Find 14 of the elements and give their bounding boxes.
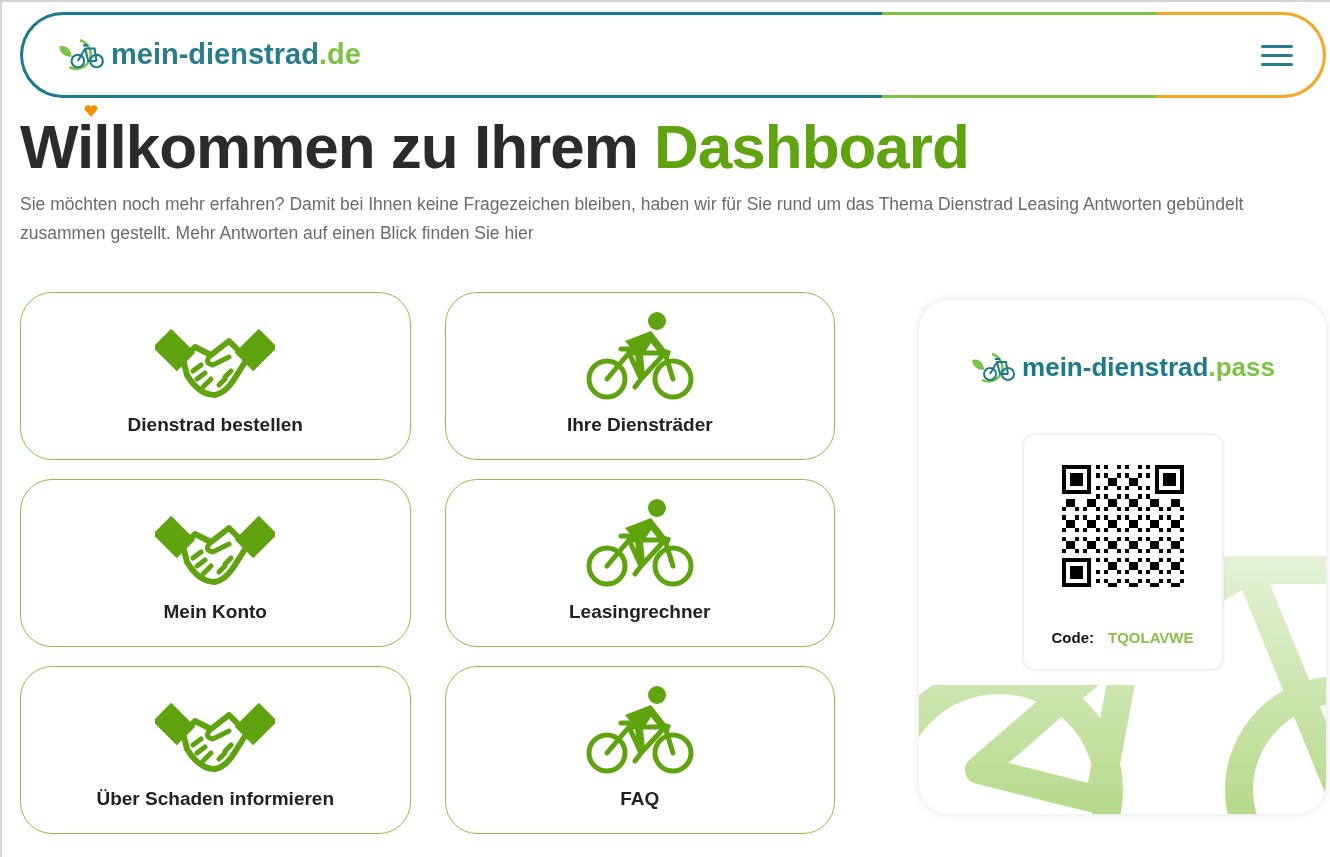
dashboard-tile[interactable]: Mein Konto: [20, 479, 411, 647]
dashboard-tile[interactable]: Über Schaden informieren: [20, 666, 411, 834]
code-label: Code:: [1051, 628, 1094, 648]
pass-logo-text: mein-dienstrad.pass: [1022, 351, 1275, 384]
logo-text: mein-dienstrad.de: [111, 37, 361, 73]
code-value: TQOLAVWE: [1107, 628, 1194, 648]
heart-icon: [84, 105, 98, 117]
qr-code-icon: [1061, 465, 1184, 587]
dashboard-tile[interactable]: Dienstrad bestellen: [20, 292, 411, 460]
page-heading: Willkommen zu Ihrem Dashboard: [20, 116, 969, 178]
intro-text: Sie möchten noch mehr erfahren? Damit bei Ihnen keine Fragezeichen bleiben, haben wir für Sie rund um das Thema Dienstrad Leasing Antworten gebündelt zusammen gestellt. Mehr Antworten auf einen Blick finden Sie hier: [20, 193, 1245, 245]
dashboard-tile[interactable]: Leasingrechner: [444, 479, 835, 647]
dashboard-tile[interactable]: FAQ: [444, 666, 835, 834]
dashboard-tile[interactable]: Ihre Diensträder: [444, 292, 835, 460]
